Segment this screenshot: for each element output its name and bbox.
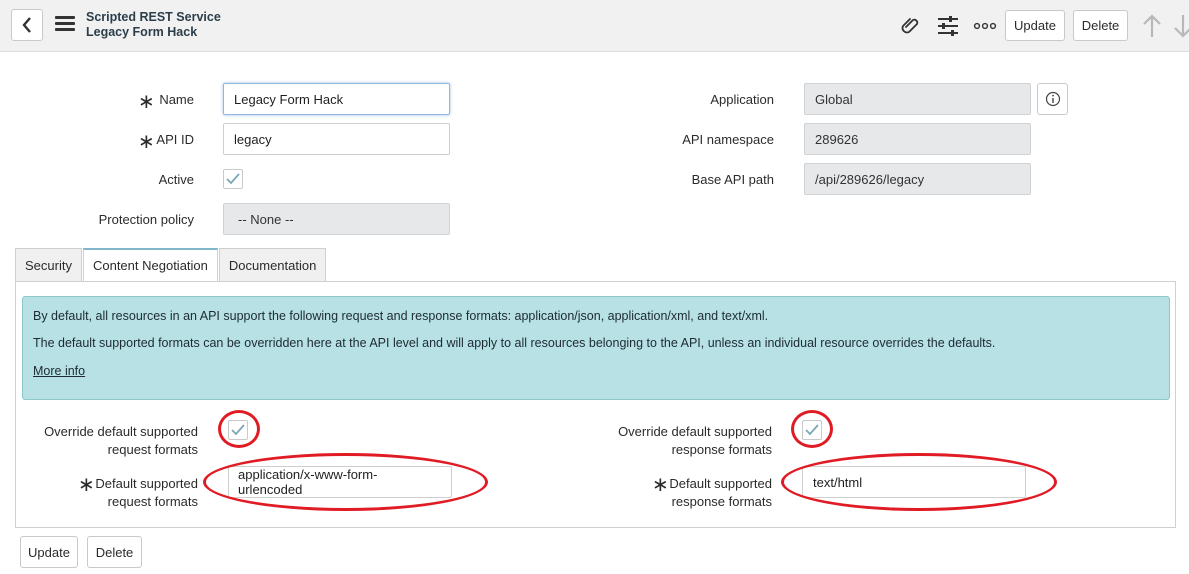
override-request-checkbox[interactable] [228, 420, 248, 440]
header-update-button[interactable]: Update [1005, 10, 1065, 41]
record-type-title: Scripted REST Service [86, 10, 221, 24]
application-label: Application [710, 92, 774, 107]
more-info-link[interactable]: More info [33, 364, 85, 378]
tab-security[interactable]: Security [15, 248, 82, 281]
form-header: Scripted REST Service Legacy Form Hack U… [0, 0, 1189, 52]
info-icon [1045, 91, 1060, 107]
default-request-label-line1: Default supported [95, 476, 198, 491]
settings-sliders-icon[interactable] [936, 14, 960, 38]
menu-icon[interactable] [55, 16, 75, 32]
override-response-label-line2: response formats [671, 442, 772, 457]
active-checkbox[interactable] [223, 169, 243, 189]
footer-update-button[interactable]: Update [20, 536, 78, 568]
protection-policy-select[interactable]: -- None -- [223, 203, 450, 235]
back-button[interactable] [11, 9, 43, 41]
record-name-title: Legacy Form Hack [86, 25, 198, 39]
override-request-label-line2: request formats [107, 442, 198, 457]
default-response-formats-field[interactable]: text/html [802, 466, 1026, 498]
api-id-field[interactable]: legacy [223, 123, 450, 155]
default-response-label: Default supported response formats [664, 475, 772, 511]
arrow-up-icon[interactable] [1141, 13, 1163, 39]
override-response-label: Override default supported response form… [604, 423, 772, 459]
checkmark-icon [231, 424, 245, 436]
info-line-2: The default supported formats can be ove… [33, 336, 996, 350]
base-api-path-label: Base API path [691, 172, 774, 187]
name-label: Name [159, 92, 194, 107]
override-response-label-line1: Override default supported [618, 424, 772, 439]
override-request-label-line1: Override default supported [44, 424, 198, 439]
base-api-path-field: /api/289626/legacy [804, 163, 1031, 195]
info-line-1: By default, all resources in an API supp… [33, 309, 769, 323]
checkmark-icon [805, 424, 819, 436]
tab-content-negotiation[interactable]: Content Negotiation [82, 248, 218, 281]
footer-delete-button[interactable]: Delete [87, 536, 142, 568]
override-response-checkbox[interactable] [802, 420, 822, 440]
default-request-formats-field[interactable]: application/x-www-form-urlencoded [228, 466, 452, 498]
default-request-label: Default supported request formats [90, 475, 198, 511]
override-request-label: Override default supported request forma… [30, 423, 198, 459]
application-info-button[interactable] [1037, 83, 1068, 115]
active-label: Active [158, 172, 194, 187]
info-message: By default, all resources in an API supp… [22, 296, 1170, 400]
default-response-label-line1: Default supported [669, 476, 772, 491]
protection-policy-label: Protection policy [98, 212, 194, 227]
api-id-label: API ID [156, 132, 194, 147]
default-request-label-line2: request formats [107, 494, 198, 509]
paperclip-icon[interactable] [899, 14, 923, 38]
header-titles: Scripted REST Service Legacy Form Hack [86, 10, 221, 40]
checkmark-icon [226, 173, 240, 185]
api-namespace-field: 289626 [804, 123, 1031, 155]
tab-documentation[interactable]: Documentation [218, 248, 327, 281]
more-options-icon[interactable] [973, 14, 997, 38]
header-delete-button[interactable]: Delete [1073, 10, 1128, 41]
default-response-label-line2: response formats [671, 494, 772, 509]
api-namespace-label: API namespace [682, 132, 774, 147]
chevron-left-icon [22, 17, 31, 33]
name-field[interactable]: Legacy Form Hack [223, 83, 450, 115]
arrow-down-icon[interactable] [1172, 13, 1189, 39]
tab-bar: Security Content Negotiation Documentati… [15, 248, 327, 281]
application-field: Global [804, 83, 1031, 115]
